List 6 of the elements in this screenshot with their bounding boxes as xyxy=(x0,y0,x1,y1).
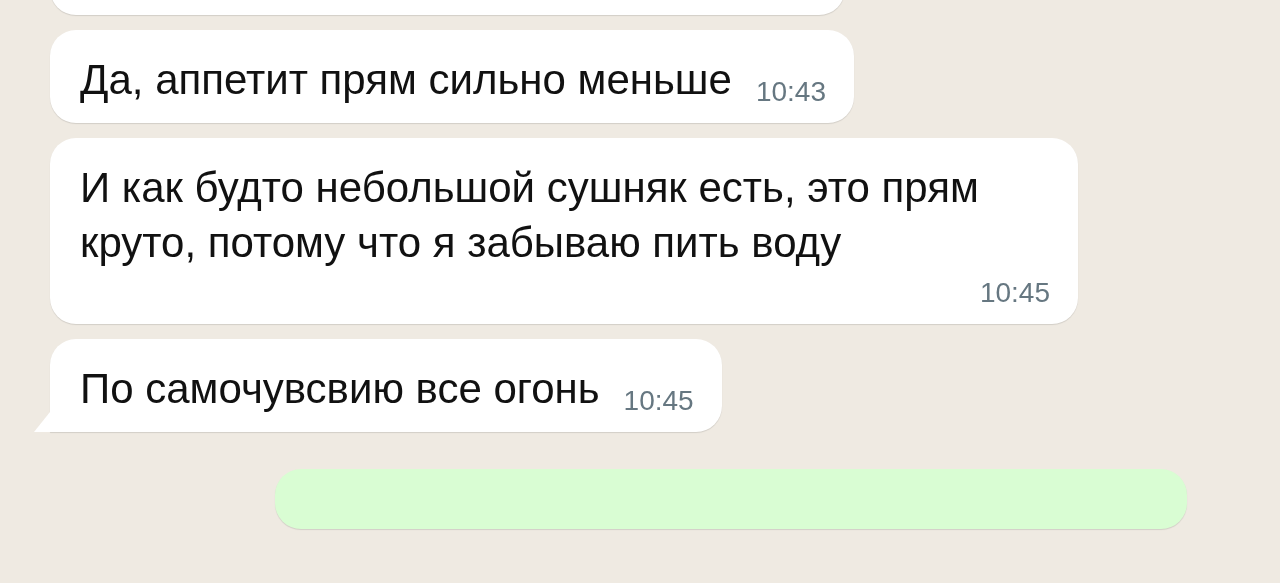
message-time: 10:45 xyxy=(623,386,694,416)
message-text: По самочувсвию все огонь xyxy=(80,364,600,414)
message-text: И как будто небольшой сушняк есть, это прям круто, потому что я забываю пить воду xyxy=(80,163,980,268)
message-time: 10:45 xyxy=(979,278,1050,308)
message-time: 10:43 xyxy=(755,77,826,107)
message-text: Да, аппетит прям сильно меньше xyxy=(80,55,732,105)
